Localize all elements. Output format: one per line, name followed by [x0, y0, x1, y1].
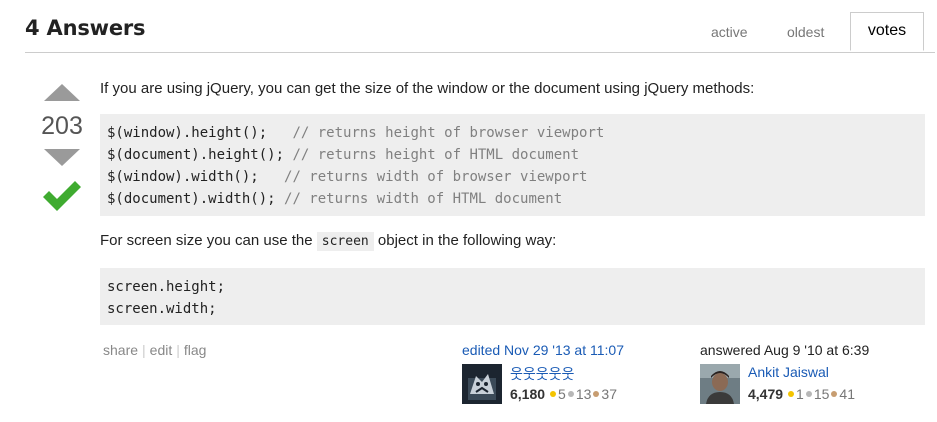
answered-timestamp: answered Aug 9 '10 at 6:39	[700, 342, 870, 358]
up-arrow-icon[interactable]	[44, 84, 80, 101]
reputation-score: 4,479	[748, 386, 784, 402]
author-user-card: Ankit Jaiswal 4,479 1 15 41	[700, 364, 900, 404]
code-line: $(window).height(); // returns height of…	[107, 125, 605, 141]
gold-badge-count: 1	[796, 386, 804, 402]
editor-user-card: 웃웃웃웃웃 6,180 5 13 37	[462, 364, 662, 404]
avatar[interactable]	[462, 364, 502, 404]
author-username[interactable]: Ankit Jaiswal	[748, 364, 829, 380]
author-reputation: 4,479 1 15 41	[748, 386, 856, 402]
gold-badge-count: 5	[558, 386, 566, 402]
share-link[interactable]: share	[103, 342, 138, 358]
silver-badge-icon	[805, 391, 812, 398]
silver-badge-count: 13	[575, 386, 592, 402]
gold-badge-icon	[550, 391, 557, 398]
post-menu: share | edit | flag	[103, 342, 206, 358]
reputation-score: 6,180	[510, 386, 546, 402]
edited-signature: edited Nov 29 '13 at 11:07 웃웃웃웃웃 6,180 5 1…	[462, 342, 624, 404]
answered-signature: answered Aug 9 '10 at 6:39 Ankit Jaiswal…	[700, 342, 870, 404]
bronze-badge-count: 41	[839, 386, 855, 402]
code-line: $(document).width(); // returns width of…	[107, 191, 563, 207]
bronze-badge-icon	[593, 391, 600, 398]
down-arrow-icon[interactable]	[44, 149, 80, 166]
editor-username[interactable]: 웃웃웃웃웃	[510, 364, 574, 384]
answers-header: 4 Answers active oldest votes	[25, 0, 935, 53]
code-line: $(window).width(); // returns width of b…	[107, 169, 588, 185]
screen-size-text: For screen size you can use the screen o…	[100, 232, 557, 251]
tab-oldest[interactable]: oldest	[787, 24, 824, 40]
checkmark-icon	[43, 181, 81, 211]
menu-separator: |	[142, 342, 146, 358]
flag-link[interactable]: flag	[184, 342, 207, 358]
tab-votes[interactable]: votes	[850, 12, 924, 51]
bronze-badge-icon	[831, 391, 838, 398]
menu-separator: |	[176, 342, 180, 358]
inline-code-screen: screen	[316, 232, 374, 251]
edited-timestamp-link[interactable]: edited Nov 29 '13 at 11:07	[462, 342, 624, 358]
code-block-screen: screen.height; screen.width;	[100, 268, 925, 325]
tab-active[interactable]: active	[711, 24, 748, 40]
edit-link[interactable]: edit	[150, 342, 173, 358]
bronze-badge-count: 37	[601, 386, 617, 402]
editor-reputation: 6,180 5 13 37	[510, 386, 618, 402]
silver-badge-count: 15	[813, 386, 830, 402]
gold-badge-icon	[788, 391, 795, 398]
silver-badge-icon	[567, 391, 574, 398]
code-block-jquery: $(window).height(); // returns height of…	[100, 114, 925, 216]
answer-intro-text: If you are using jQuery, you can get the…	[100, 80, 755, 97]
vote-count: 203	[41, 112, 83, 140]
avatar[interactable]	[700, 364, 740, 404]
answers-count-title: 4 Answers	[25, 16, 146, 40]
code-line: screen.width;	[107, 301, 217, 317]
code-line: screen.height;	[107, 279, 226, 295]
code-line: $(document).height(); // returns height …	[107, 147, 580, 163]
